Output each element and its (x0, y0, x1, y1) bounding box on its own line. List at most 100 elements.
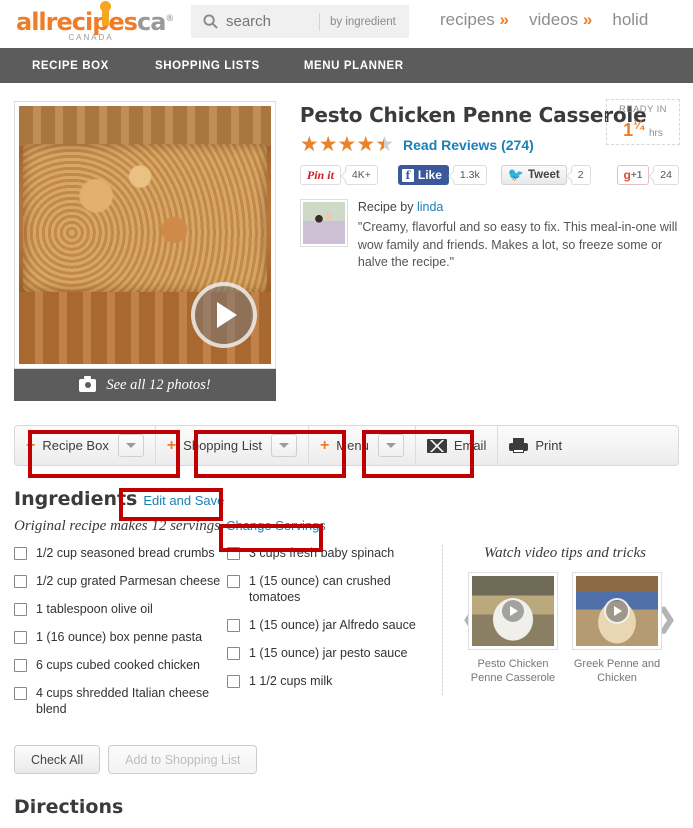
list-item[interactable]: 1 (16 ounce) box penne pasta (14, 629, 227, 645)
facebook-like-button[interactable]: f Like (397, 165, 449, 185)
add-to-recipe-box-button[interactable]: + Recipe Box (15, 426, 156, 465)
video-card[interactable]: Pesto Chicken Penne Casserole (467, 572, 558, 685)
ingredient-checkbox[interactable] (14, 547, 27, 560)
list-item[interactable]: 3 cups fresh baby spinach (227, 545, 440, 561)
edit-and-save-link[interactable]: Edit and Save (143, 493, 224, 508)
star-rating[interactable]: ★ ★ ★ ★ ★ (300, 133, 394, 156)
subnav-item-recipe-box[interactable]: RECIPE BOX (32, 60, 109, 72)
star-half-icon: ★ (375, 133, 394, 156)
play-icon[interactable] (603, 598, 630, 624)
shopping-list-dropdown-toggle[interactable] (270, 434, 297, 457)
ingredients-header: Ingredients Edit and Save (14, 488, 679, 510)
facebook-share[interactable]: f Like 1.3k (397, 165, 487, 185)
menu-dropdown-toggle[interactable] (377, 434, 404, 457)
ingredient-checkbox[interactable] (14, 659, 27, 672)
site-logo[interactable]: allrecipesca® CANADA (16, 1, 176, 46)
site-header: allrecipesca® CANADA by ingredient recip… (0, 0, 693, 48)
recipe-box-label: Recipe Box (42, 438, 109, 453)
pin-it-button[interactable]: Pin it (299, 165, 341, 185)
author-name-link[interactable]: linda (417, 200, 443, 214)
video-carousel: Pesto Chicken Penne Casserole Greek Penn… (451, 572, 679, 685)
recipe-photo-frame[interactable] (14, 101, 276, 369)
avatar[interactable] (299, 199, 348, 247)
check-all-button[interactable]: Check All (14, 745, 101, 774)
ingredient-checkbox[interactable] (227, 575, 240, 588)
shopping-list-label: Shopping List (183, 438, 262, 453)
tweet-button[interactable]: 🐦 Tweet (500, 165, 567, 185)
list-item[interactable]: 1 (15 ounce) jar pesto sauce (227, 645, 440, 661)
list-item[interactable]: 1/2 cup grated Parmesan cheese (14, 573, 227, 589)
search-icon (203, 14, 218, 29)
print-button[interactable]: Print (498, 426, 573, 465)
topnav-label: recipes (440, 10, 495, 29)
ingredient-label: 1/2 cup seasoned bread crumbs (36, 546, 215, 560)
search-input[interactable] (224, 12, 319, 31)
ingredient-checkbox[interactable] (14, 631, 27, 644)
ingredient-checkbox[interactable] (227, 675, 240, 688)
ingredient-checkbox[interactable] (227, 647, 240, 660)
play-icon[interactable] (191, 282, 257, 348)
ingredient-checkbox[interactable] (14, 687, 27, 700)
ingredient-checkbox[interactable] (14, 575, 27, 588)
ingredient-label: 6 cups cubed cooked chicken (36, 658, 200, 672)
twitter-share[interactable]: 🐦 Tweet 2 (500, 165, 591, 185)
print-label: Print (535, 438, 563, 453)
logo-text: allrecipesca® (16, 2, 176, 35)
ingredients-columns: 1/2 cup seasoned bread crumbs 1/2 cup gr… (14, 545, 440, 729)
video-thumbnail[interactable] (467, 572, 558, 650)
ingredient-checkbox[interactable] (227, 547, 240, 560)
google-plus-one-label: +1 (630, 169, 643, 181)
google-plus-share[interactable]: g +1 24 (616, 165, 679, 185)
chevron-down-icon (125, 443, 136, 448)
pinterest-share[interactable]: Pin it 4K+ (299, 165, 378, 185)
ingredient-label: 3 cups fresh baby spinach (249, 546, 395, 560)
list-item[interactable]: 1 (15 ounce) jar Alfredo sauce (227, 617, 440, 633)
topnav-item-recipes[interactable]: recipes » (440, 10, 509, 30)
ingredient-checkbox[interactable] (227, 619, 240, 632)
ready-in-whole: 1 (623, 120, 634, 140)
play-icon[interactable] (499, 598, 526, 624)
ready-in-box: READY IN 1¼ hrs (606, 99, 680, 145)
recipe-action-bar: + Recipe Box + Shopping List + Menu Emai… (14, 425, 679, 466)
read-reviews-label: Read Reviews (403, 136, 498, 153)
subnav-item-menu-planner[interactable]: MENU PLANNER (304, 60, 404, 72)
list-item[interactable]: 1 1/2 cups milk (227, 673, 440, 689)
logo-suffix: ca (136, 8, 166, 36)
add-to-shopping-list-submit-button[interactable]: Add to Shopping List (108, 745, 258, 774)
add-to-menu-button[interactable]: + Menu (309, 426, 416, 465)
chevron-down-icon (385, 443, 396, 448)
recipe-by-line: Recipe by linda (358, 199, 679, 216)
read-reviews-link[interactable]: Read Reviews (274) (403, 137, 534, 153)
recipe-photo[interactable] (19, 106, 271, 364)
google-plus-button[interactable]: g +1 (616, 165, 650, 185)
recipe-by-label: Recipe by (357, 200, 417, 214)
review-count: (274) (501, 136, 534, 153)
ingredient-checkbox[interactable] (14, 603, 27, 616)
video-thumbnail[interactable] (571, 572, 662, 650)
list-item[interactable]: 1 (15 ounce) can crushed tomatoes (227, 573, 440, 605)
search-by-ingredient-link[interactable]: by ingredient (330, 16, 396, 28)
topnav-item-holidays[interactable]: holid (612, 10, 648, 30)
see-all-photos-banner[interactable]: See all 12 photos! (14, 369, 276, 401)
topnav-item-videos[interactable]: videos » (529, 10, 592, 30)
video-caption: Greek Penne and Chicken (573, 658, 661, 684)
chevron-double-right-icon: » (499, 10, 510, 29)
list-item[interactable]: 6 cups cubed cooked chicken (14, 657, 227, 673)
add-to-shopping-list-button[interactable]: + Shopping List (156, 426, 309, 465)
change-servings-link[interactable]: Change Servings (226, 518, 326, 533)
list-item[interactable]: 1/2 cup seasoned bread crumbs (14, 545, 227, 561)
recipe-box-dropdown-toggle[interactable] (117, 434, 144, 457)
video-tips-panel: Watch video tips and tricks ❮ ❯ Pesto Ch… (451, 545, 679, 729)
twitter-bird-icon: 🐦 (507, 167, 524, 182)
servings-row: Original recipe makes 12 servings Change… (14, 518, 679, 535)
google-plus-count: 24 (653, 165, 679, 185)
email-button[interactable]: Email (416, 426, 499, 465)
video-card[interactable]: Greek Penne and Chicken (571, 572, 662, 685)
list-item[interactable]: 4 cups shredded Italian cheese blend (14, 685, 227, 717)
google-g-icon: g (623, 168, 631, 182)
subnav-item-shopping-lists[interactable]: SHOPPING LISTS (155, 60, 260, 72)
search-bar[interactable]: by ingredient (191, 5, 409, 38)
list-item[interactable]: 1 tablespoon olive oil (14, 601, 227, 617)
ready-in-unit: hrs (648, 128, 663, 139)
ingredient-label: 1 tablespoon olive oil (36, 602, 153, 616)
